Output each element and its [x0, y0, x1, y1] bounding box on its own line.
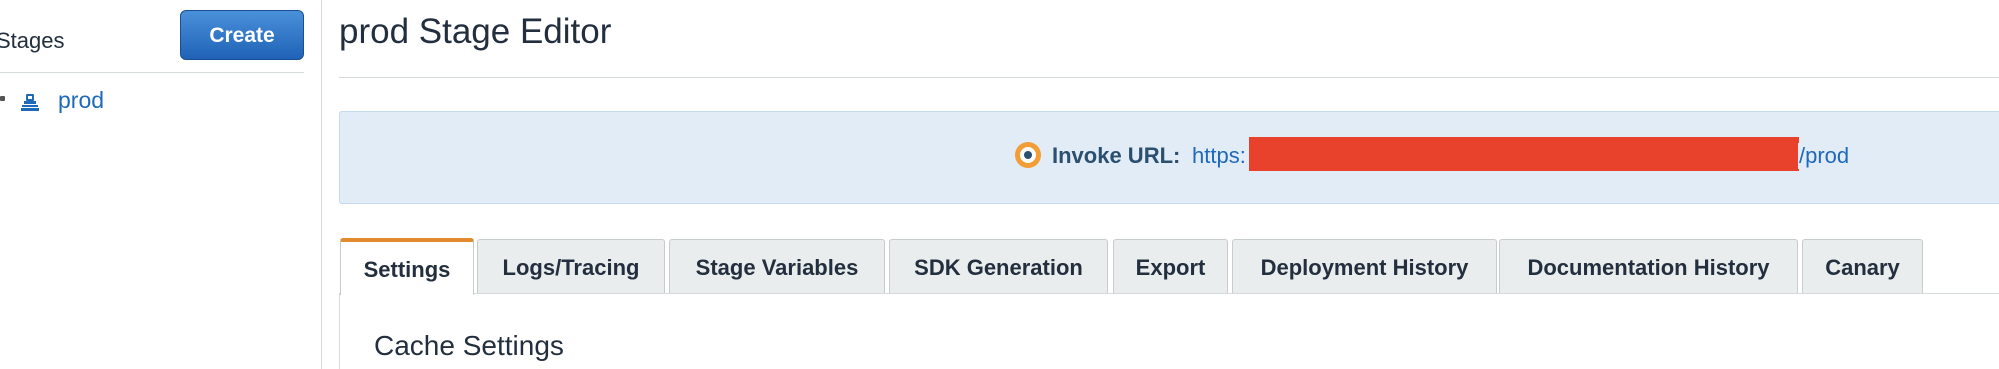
url-redaction-bar: [1249, 137, 1799, 171]
tree-expander-dot[interactable]: [0, 96, 5, 101]
tab-settings[interactable]: Settings: [340, 238, 474, 295]
invoke-url-suffix[interactable]: /prod: [1798, 143, 1850, 169]
tab-export[interactable]: Export: [1113, 239, 1228, 293]
stage-icon: [21, 94, 39, 111]
tab-stage-variables[interactable]: Stage Variables: [669, 239, 885, 293]
stage-tree-label[interactable]: prod: [58, 87, 104, 114]
tab-canary[interactable]: Canary: [1802, 239, 1923, 293]
tab-logs-tracing[interactable]: Logs/Tracing: [477, 239, 665, 293]
cache-settings-heading: Cache Settings: [374, 330, 564, 361]
info-icon: [1015, 142, 1041, 168]
tab-deployment-history[interactable]: Deployment History: [1232, 239, 1497, 293]
stages-heading: Stages: [0, 28, 65, 53]
tab-sdk-generation[interactable]: SDK Generation: [889, 239, 1108, 293]
page-title: prod Stage Editor: [339, 12, 612, 51]
content-panel-border: [339, 293, 340, 369]
sidebar-header: Stages Create: [0, 0, 304, 73]
sidebar-divider: [321, 0, 322, 369]
create-stage-button[interactable]: Create: [180, 10, 304, 60]
title-divider: [339, 77, 1999, 78]
tab-documentation-history[interactable]: Documentation History: [1499, 239, 1798, 293]
stages-sidebar: Stages Create prod: [0, 0, 322, 369]
invoke-url-link[interactable]: https:: [1192, 143, 1246, 169]
invoke-url-label: Invoke URL:: [1052, 143, 1181, 168]
stage-tree-item-prod[interactable]: prod: [0, 86, 300, 116]
stage-editor-page: Stages Create prod prod Stage Editor Inv…: [0, 0, 1999, 369]
